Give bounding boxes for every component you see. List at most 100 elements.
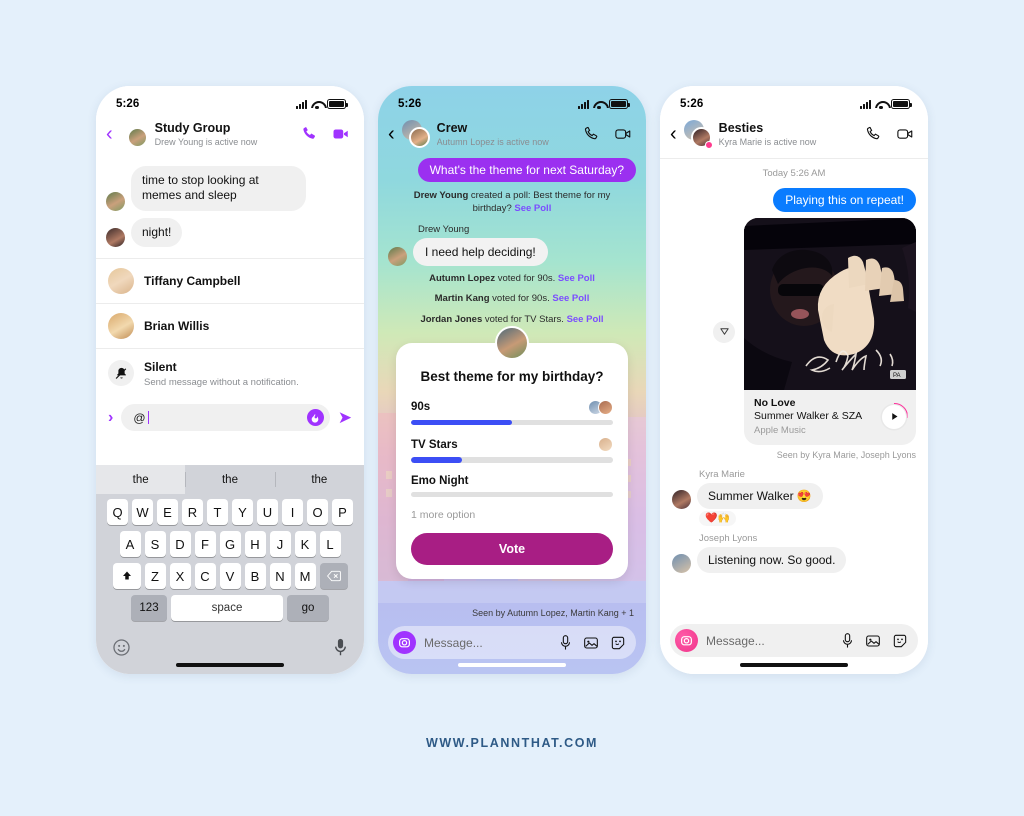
see-poll-link[interactable]: See Poll [514,203,551,214]
back-button[interactable]: ‹ [388,124,395,144]
key-j[interactable]: J [269,531,291,557]
key-r[interactable]: R [182,499,203,525]
sticker-icon[interactable] [610,635,626,651]
vote-button[interactable]: Vote [411,533,613,566]
poll-option-tv-stars[interactable]: TV Stars [411,437,613,463]
key-d[interactable]: D [169,531,191,557]
composer-icons [841,632,908,649]
key-q[interactable]: Q [107,499,128,525]
key-e[interactable]: E [157,499,178,525]
see-poll-link[interactable]: See Poll [558,273,595,284]
key-g[interactable]: G [219,531,241,557]
backspace-icon[interactable] [319,563,348,589]
poll-progress-track [411,457,613,463]
key-c[interactable]: C [194,563,216,589]
key-i[interactable]: I [282,499,303,525]
key-f[interactable]: F [194,531,216,557]
microphone-icon[interactable] [333,638,348,657]
chevron-right-icon[interactable]: › [108,409,113,427]
message-bubble[interactable]: Listening now. So good. [697,547,847,573]
camera-icon[interactable] [675,629,698,652]
poll-more-options[interactable]: 1 more option [411,509,613,521]
photo-icon[interactable] [583,635,599,651]
outgoing-bubble[interactable]: Playing this on repeat! [773,188,916,212]
system-actor: Autumn Lopez [429,272,496,284]
key-k[interactable]: K [294,531,316,557]
key-m[interactable]: M [294,563,316,589]
key-l[interactable]: L [319,531,341,557]
back-button[interactable]: ‹ [670,124,677,144]
microphone-icon[interactable] [559,634,572,651]
message-input[interactable]: @ [121,404,330,432]
video-camera-icon[interactable] [896,125,914,143]
status-icons [296,99,348,109]
message-bubble[interactable]: Summer Walker 😍 [697,483,823,509]
key-y[interactable]: Y [232,499,253,525]
status-icons [578,99,630,109]
video-camera-icon[interactable] [332,125,350,143]
reply-triangle-icon[interactable] [713,320,735,343]
key-v[interactable]: V [219,563,241,589]
number-key[interactable]: 123 [131,595,167,621]
key-b[interactable]: B [244,563,266,589]
message-bubble[interactable]: I need help deciding! [413,237,548,266]
bell-slash-icon [108,360,134,387]
key-w[interactable]: W [132,499,153,525]
sticker-icon[interactable] [892,633,908,649]
keyboard-row-1: QWERTYUIOP [98,499,362,525]
go-key[interactable]: go [287,595,329,621]
key-a[interactable]: A [119,531,141,557]
status-icons [860,99,912,109]
see-poll-link[interactable]: See Poll [552,293,589,304]
shift-icon[interactable] [112,563,141,589]
poll-option-90s[interactable]: 90s [411,399,613,426]
play-icon[interactable] [882,404,906,429]
send-arrow-icon[interactable]: ➤ [338,409,352,426]
back-button[interactable]: ‹ [106,124,113,144]
key-z[interactable]: Z [144,563,166,589]
see-poll-link[interactable]: See Poll [567,314,604,325]
space-key[interactable]: space [171,595,283,621]
video-camera-icon[interactable] [614,125,632,143]
key-n[interactable]: N [269,563,291,589]
mention-name: Tiffany Campbell [144,274,241,289]
prediction-0[interactable]: the [96,465,186,494]
key-o[interactable]: O [307,499,328,525]
key-s[interactable]: S [144,531,166,557]
message-input[interactable]: Message... [706,634,833,648]
key-t[interactable]: T [207,499,228,525]
track-title: No Love [754,397,796,409]
message-bubble[interactable]: time to stop looking at memes and sleep [131,166,306,211]
prediction-2[interactable]: the [274,465,364,494]
key-h[interactable]: H [244,531,266,557]
system-actor: Martin Kang [434,293,490,305]
photo-icon[interactable] [865,633,881,649]
camera-icon[interactable] [393,631,416,654]
header-actions [865,125,914,143]
avatar [401,120,430,148]
flame-icon[interactable] [306,409,324,427]
music-card[interactable]: PA No Love Summer Walker & SZA Apple Mus… [744,218,916,445]
phone-icon[interactable] [301,125,319,143]
wifi-icon [311,100,323,109]
poll-option-emo-night[interactable]: Emo Night [411,475,613,498]
mention-item-brian[interactable]: Brian Willis [96,304,364,350]
key-x[interactable]: X [169,563,191,589]
avatar [672,554,691,573]
phone-icon[interactable] [583,125,601,143]
message-input[interactable]: Message... [424,636,551,650]
message-bubble[interactable]: night! [131,217,183,248]
microphone-icon[interactable] [841,632,854,649]
emoji-icon[interactable] [112,638,131,657]
prediction-1[interactable]: the [185,465,274,494]
prediction-bar: the the the [96,465,364,494]
mention-item-silent[interactable]: Silent Send message without a notificati… [96,349,364,397]
phone-icon[interactable] [865,125,883,143]
keyboard-rows: QWERTYUIOP ASDFGHJKL ZXCVBNM 123 space g… [96,494,364,629]
mention-item-tiffany[interactable]: Tiffany Campbell [96,259,364,305]
outgoing-bubble[interactable]: What's the theme for next Saturday? [417,158,636,182]
key-p[interactable]: P [332,499,353,525]
sender-name: Drew Young [418,223,470,235]
message-reactions[interactable]: ❤️🙌 [699,511,736,526]
key-u[interactable]: U [257,499,278,525]
